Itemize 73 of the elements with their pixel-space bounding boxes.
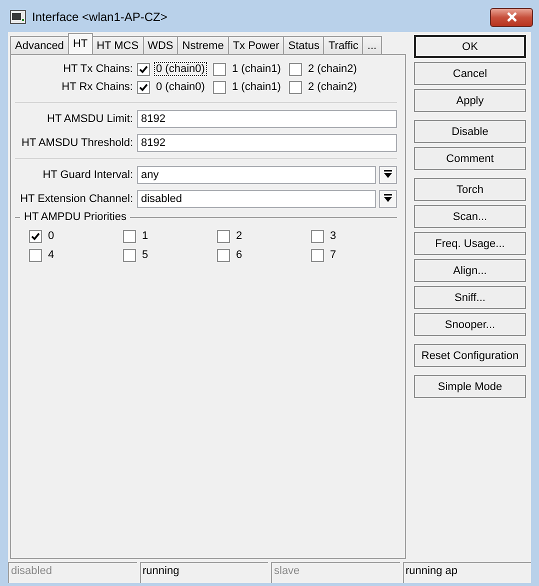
dropdown-button[interactable] <box>379 190 397 208</box>
checkbox[interactable] <box>217 230 230 242</box>
field-label: HT AMSDU Threshold: <box>20 136 134 148</box>
action-button[interactable]: Scan... <box>414 205 526 228</box>
tab[interactable]: HT MCS <box>92 36 144 54</box>
status-field: running ap <box>402 562 531 583</box>
tab[interactable]: Traffic <box>323 36 364 54</box>
checkbox-label: 2 (chain2) <box>307 80 358 94</box>
checkbox[interactable] <box>217 248 230 262</box>
input-field[interactable]: 8192 <box>137 134 397 152</box>
action-button[interactable]: Torch <box>414 178 526 201</box>
field-label: HT Extension Channel: <box>19 192 134 204</box>
checkbox-label: 0 (chain0) <box>155 80 206 94</box>
window-icon <box>10 10 26 24</box>
tab[interactable]: Nstreme <box>177 36 229 54</box>
close-icon <box>506 12 518 22</box>
dropdown-button[interactable] <box>379 166 397 184</box>
action-button[interactable]: Cancel <box>414 62 526 85</box>
checkbox-label: 3 <box>329 229 338 243</box>
tab[interactable]: Status <box>283 36 324 54</box>
tab[interactable]: WDS <box>142 36 178 54</box>
checkbox-label: 1 <box>141 229 150 243</box>
action-button[interactable]: Freq. Usage... <box>414 232 526 255</box>
field-label: HT Tx Chains: <box>62 63 134 75</box>
status-field: running <box>140 562 268 583</box>
checkbox[interactable] <box>213 62 226 76</box>
action-button[interactable]: Reset Configuration <box>414 344 526 367</box>
checkbox[interactable] <box>123 230 136 242</box>
checkbox-label: 2 <box>235 229 244 243</box>
status-field: slave <box>271 562 400 583</box>
action-button[interactable]: OK <box>414 35 526 58</box>
checkbox[interactable] <box>137 62 150 76</box>
checkbox[interactable] <box>29 230 42 242</box>
field-label: HT Guard Interval: <box>42 168 134 180</box>
field-label: HT Rx Chains: <box>60 81 134 93</box>
input-field[interactable]: 8192 <box>137 110 397 128</box>
dropdown-arrow-icon <box>384 170 392 179</box>
action-button[interactable]: Simple Mode <box>414 375 526 398</box>
tab[interactable]: Advanced <box>10 36 69 54</box>
checkbox[interactable] <box>213 80 226 94</box>
checkbox[interactable] <box>137 80 150 94</box>
checkbox-label: 7 <box>329 248 338 262</box>
action-button[interactable]: Disable <box>414 120 526 143</box>
tab[interactable]: ... <box>362 36 382 54</box>
checkbox[interactable] <box>311 230 324 242</box>
checkbox-label: 1 (chain1) <box>231 62 282 76</box>
checkbox-label: 1 (chain1) <box>231 80 282 94</box>
tab[interactable]: Tx Power <box>228 36 284 54</box>
checkbox-label: 5 <box>141 248 150 262</box>
checkbox-label: 0 (chain0) <box>154 62 207 76</box>
checkbox[interactable] <box>123 248 136 262</box>
checkbox-label: 6 <box>235 248 244 262</box>
window-title: Interface <wlan1-AP-CZ> <box>32 10 168 24</box>
status-field: disabled <box>8 562 136 583</box>
action-button[interactable]: Apply <box>414 89 526 112</box>
checkbox[interactable] <box>289 80 302 94</box>
checkbox-label: 2 (chain2) <box>307 62 358 76</box>
dropdown-field[interactable]: any <box>137 166 376 184</box>
action-button[interactable]: Align... <box>414 259 526 282</box>
checkbox[interactable] <box>29 248 42 262</box>
dropdown-field[interactable]: disabled <box>137 190 376 208</box>
field-label: HT AMSDU Limit: <box>46 112 134 124</box>
dropdown-arrow-icon <box>384 194 392 203</box>
checkbox[interactable] <box>289 62 302 76</box>
checkbox-label: 4 <box>47 248 56 262</box>
tab[interactable]: HT <box>68 33 93 54</box>
checkbox-label: 0 <box>47 229 56 243</box>
action-button[interactable]: Comment <box>414 147 526 170</box>
action-button[interactable]: Sniff... <box>414 286 526 309</box>
checkbox[interactable] <box>311 248 324 262</box>
action-button[interactable]: Snooper... <box>414 313 526 336</box>
close-button[interactable] <box>490 8 533 26</box>
group-title: HT AMPDU Priorities <box>24 211 126 223</box>
